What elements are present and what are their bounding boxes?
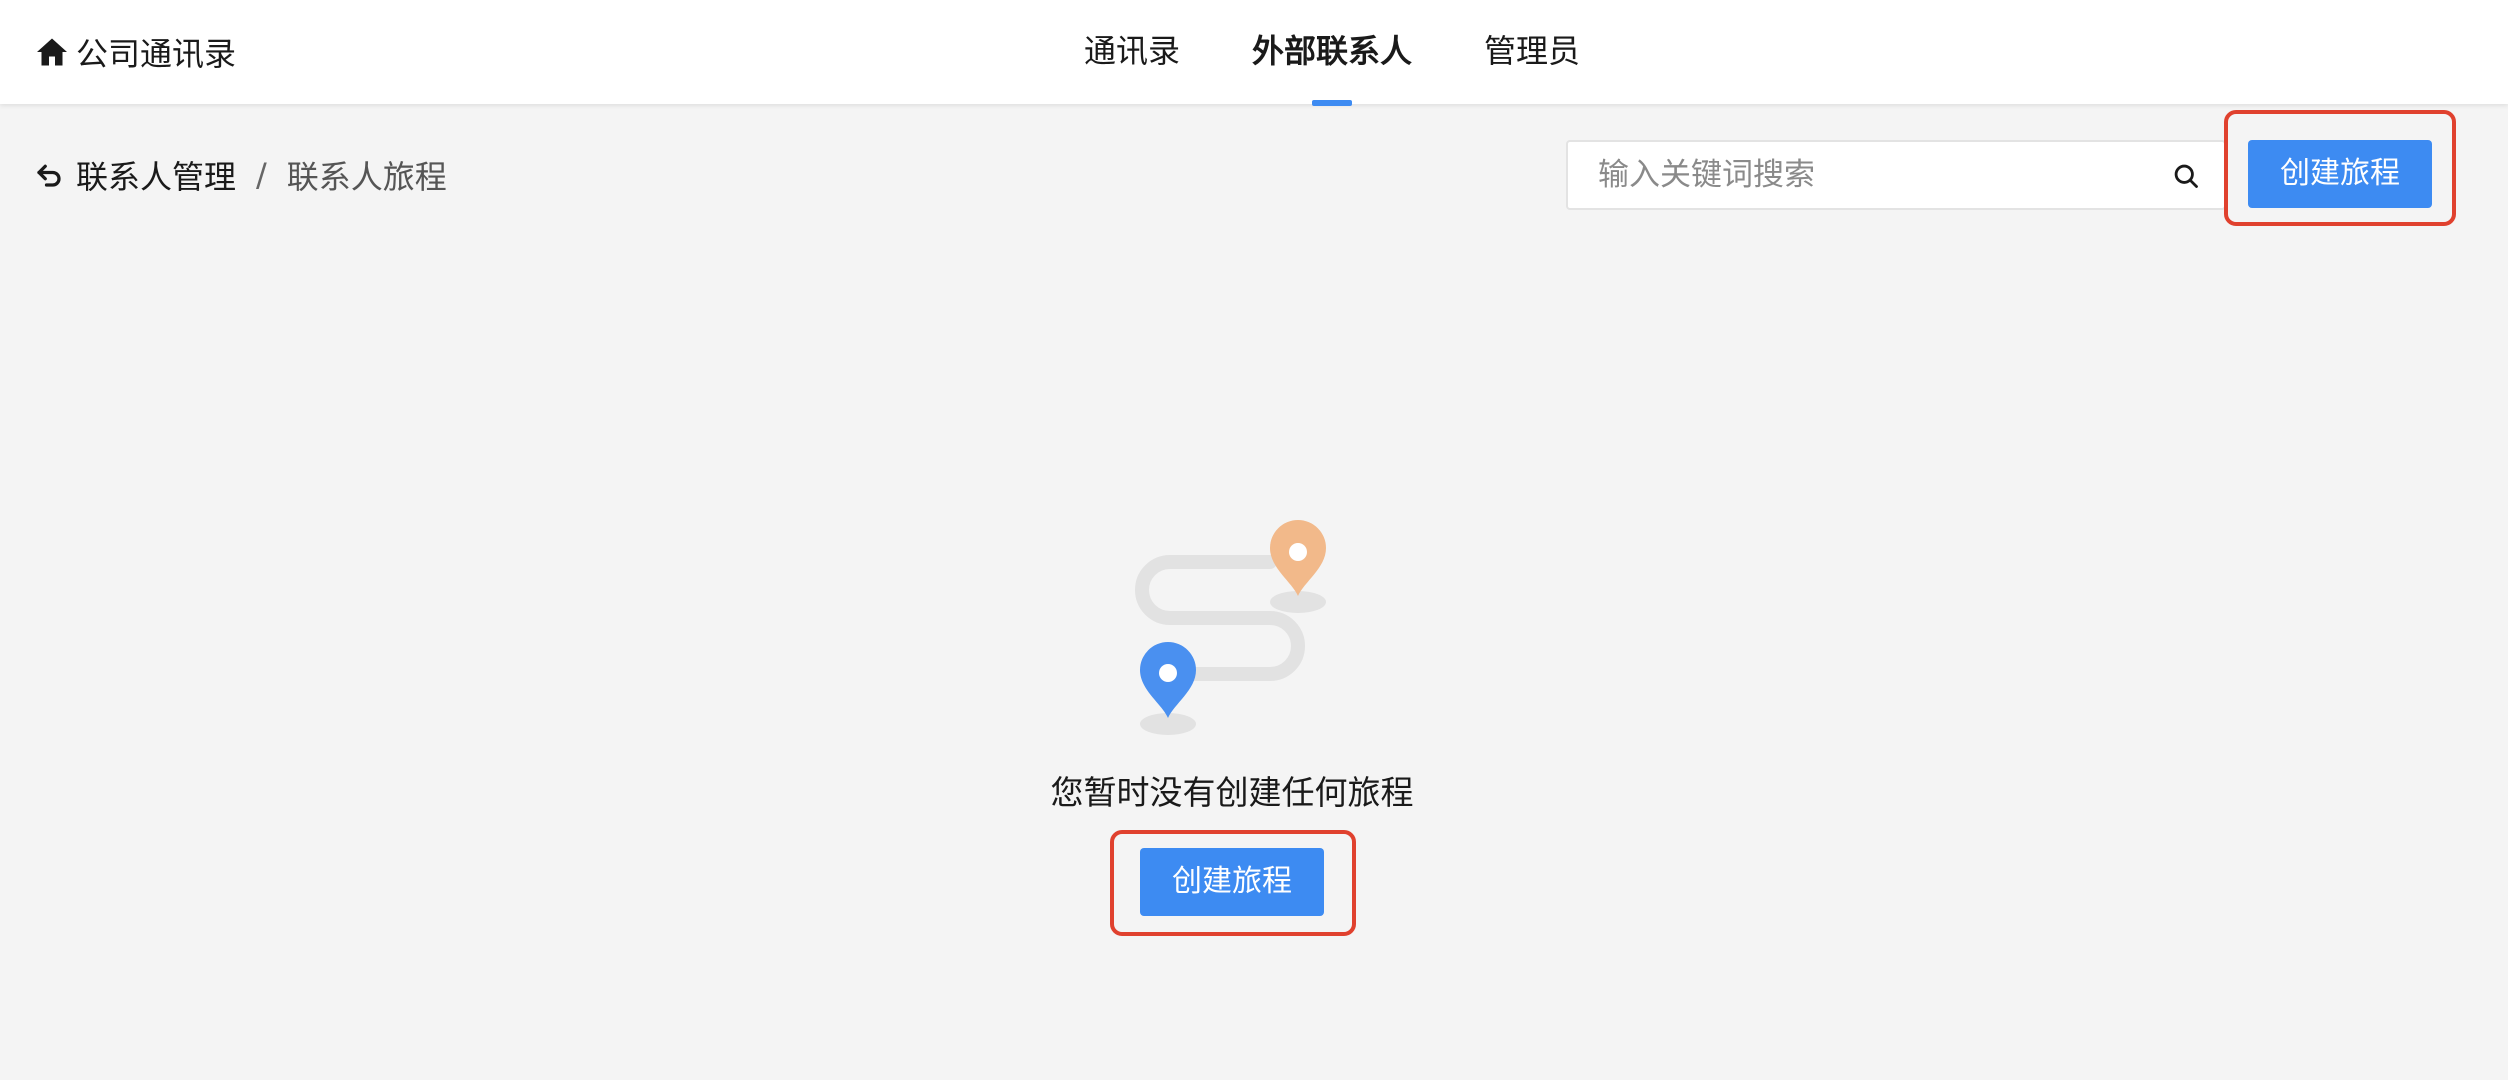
journey-route-icon — [1120, 512, 1350, 742]
tab-external-contacts[interactable]: 外部联系人 — [1252, 26, 1412, 76]
search-icon[interactable] — [2172, 162, 2200, 190]
brand[interactable]: 公司通讯录 — [34, 28, 236, 76]
create-journey-button-empty[interactable]: 创建旅程 — [1140, 848, 1324, 916]
breadcrumb-current: 联系人旅程 — [286, 158, 447, 196]
breadcrumb-parent[interactable]: 联系人管理 — [76, 152, 236, 198]
top-navigation-bar: 公司通讯录 通讯录 外部联系人 管理员 — [0, 0, 2508, 106]
brand-title: 公司通讯录 — [76, 35, 237, 73]
search-box — [1566, 140, 2226, 210]
tab-administrators[interactable]: 管理员 — [1484, 26, 1580, 76]
empty-state-message: 您暂时没有创建任何旅程 — [1050, 773, 1414, 812]
breadcrumb-separator: / — [256, 156, 267, 194]
breadcrumb: 联系人管理 / 联系人旅程 — [34, 150, 447, 200]
tab-directory[interactable]: 通讯录 — [1084, 26, 1180, 76]
search-input[interactable] — [1568, 142, 2158, 208]
active-tab-indicator — [1312, 100, 1352, 106]
home-icon — [34, 34, 70, 70]
create-journey-button[interactable]: 创建旅程 — [2248, 140, 2432, 208]
back-arrow-icon[interactable] — [34, 160, 76, 190]
